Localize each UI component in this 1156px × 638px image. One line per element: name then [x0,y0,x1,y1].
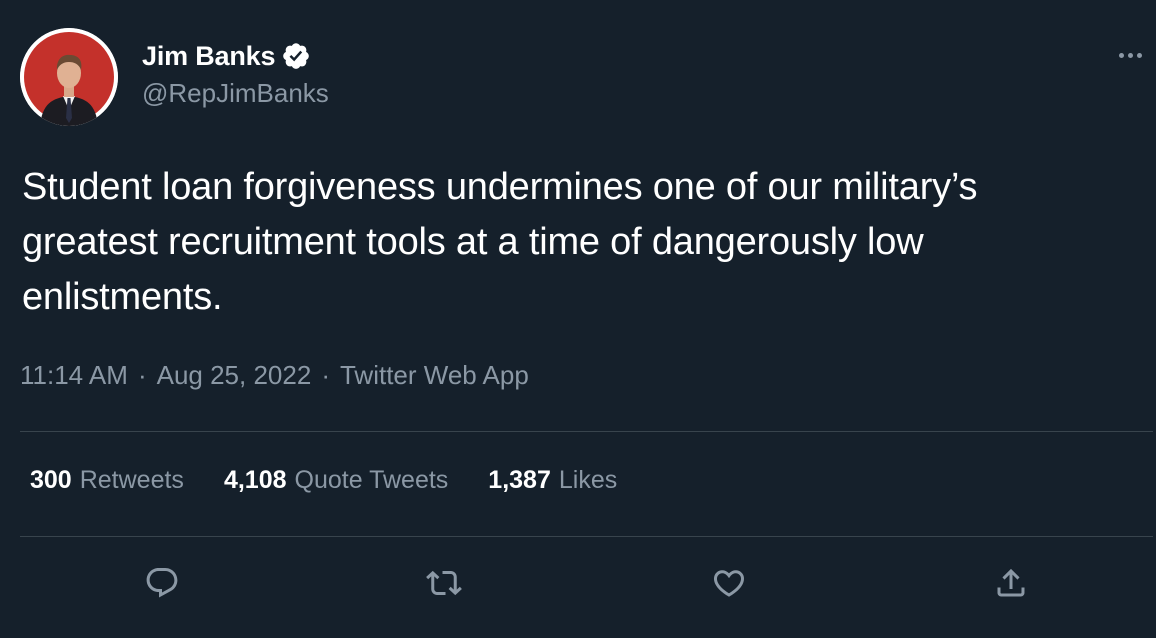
author-handle[interactable]: @RepJimBanks [142,78,329,109]
verified-badge-icon [281,41,311,71]
retweets-label: Retweets [79,466,184,494]
tweet-text: Student loan forgiveness undermines one … [22,166,988,318]
meta-separator: · [137,360,147,390]
likes-stat[interactable]: 1,387 Likes [488,466,617,495]
retweets-count: 300 [30,466,72,494]
retweet-button[interactable] [419,558,469,608]
retweets-stat[interactable]: 300 Retweets [30,466,184,495]
quote-tweets-label: Quote Tweets [294,466,449,494]
quote-tweets-stat[interactable]: 4,108 Quote Tweets [224,466,448,495]
divider [20,536,1153,537]
profile-photo-icon [20,28,118,126]
like-button[interactable] [704,558,754,608]
tweet-metadata: 11:14 AM · Aug 25, 2022 · Twitter Web Ap… [20,360,529,391]
quote-tweets-count: 4,108 [223,466,287,494]
share-icon [997,568,1025,597]
retweet-icon [426,570,462,596]
more-options-icon[interactable] [1112,40,1148,70]
tweet-time[interactable]: 11:14 AM [20,360,128,391]
tweet-date[interactable]: Aug 25, 2022 [157,360,312,391]
heart-icon [713,570,745,597]
tweet-actions [0,558,1156,610]
meta-separator: · [321,360,330,390]
likes-count: 1,387 [488,466,551,494]
reply-icon [146,568,178,598]
tweet-card: Jim Banks @RepJimBanks Student loan forg… [0,0,1156,638]
author-name-row: Jim Banks [142,38,311,74]
likes-label: Likes [558,466,618,494]
divider [20,431,1153,432]
tweet-source[interactable]: Twitter Web App [340,360,529,391]
engagement-stats: 300 Retweets 4,108 Quote Tweets 1,387 Li… [30,466,657,495]
share-button[interactable] [986,558,1036,608]
author-display-name[interactable]: Jim Banks [142,41,275,72]
reply-button[interactable] [137,558,187,608]
avatar[interactable] [20,28,118,126]
